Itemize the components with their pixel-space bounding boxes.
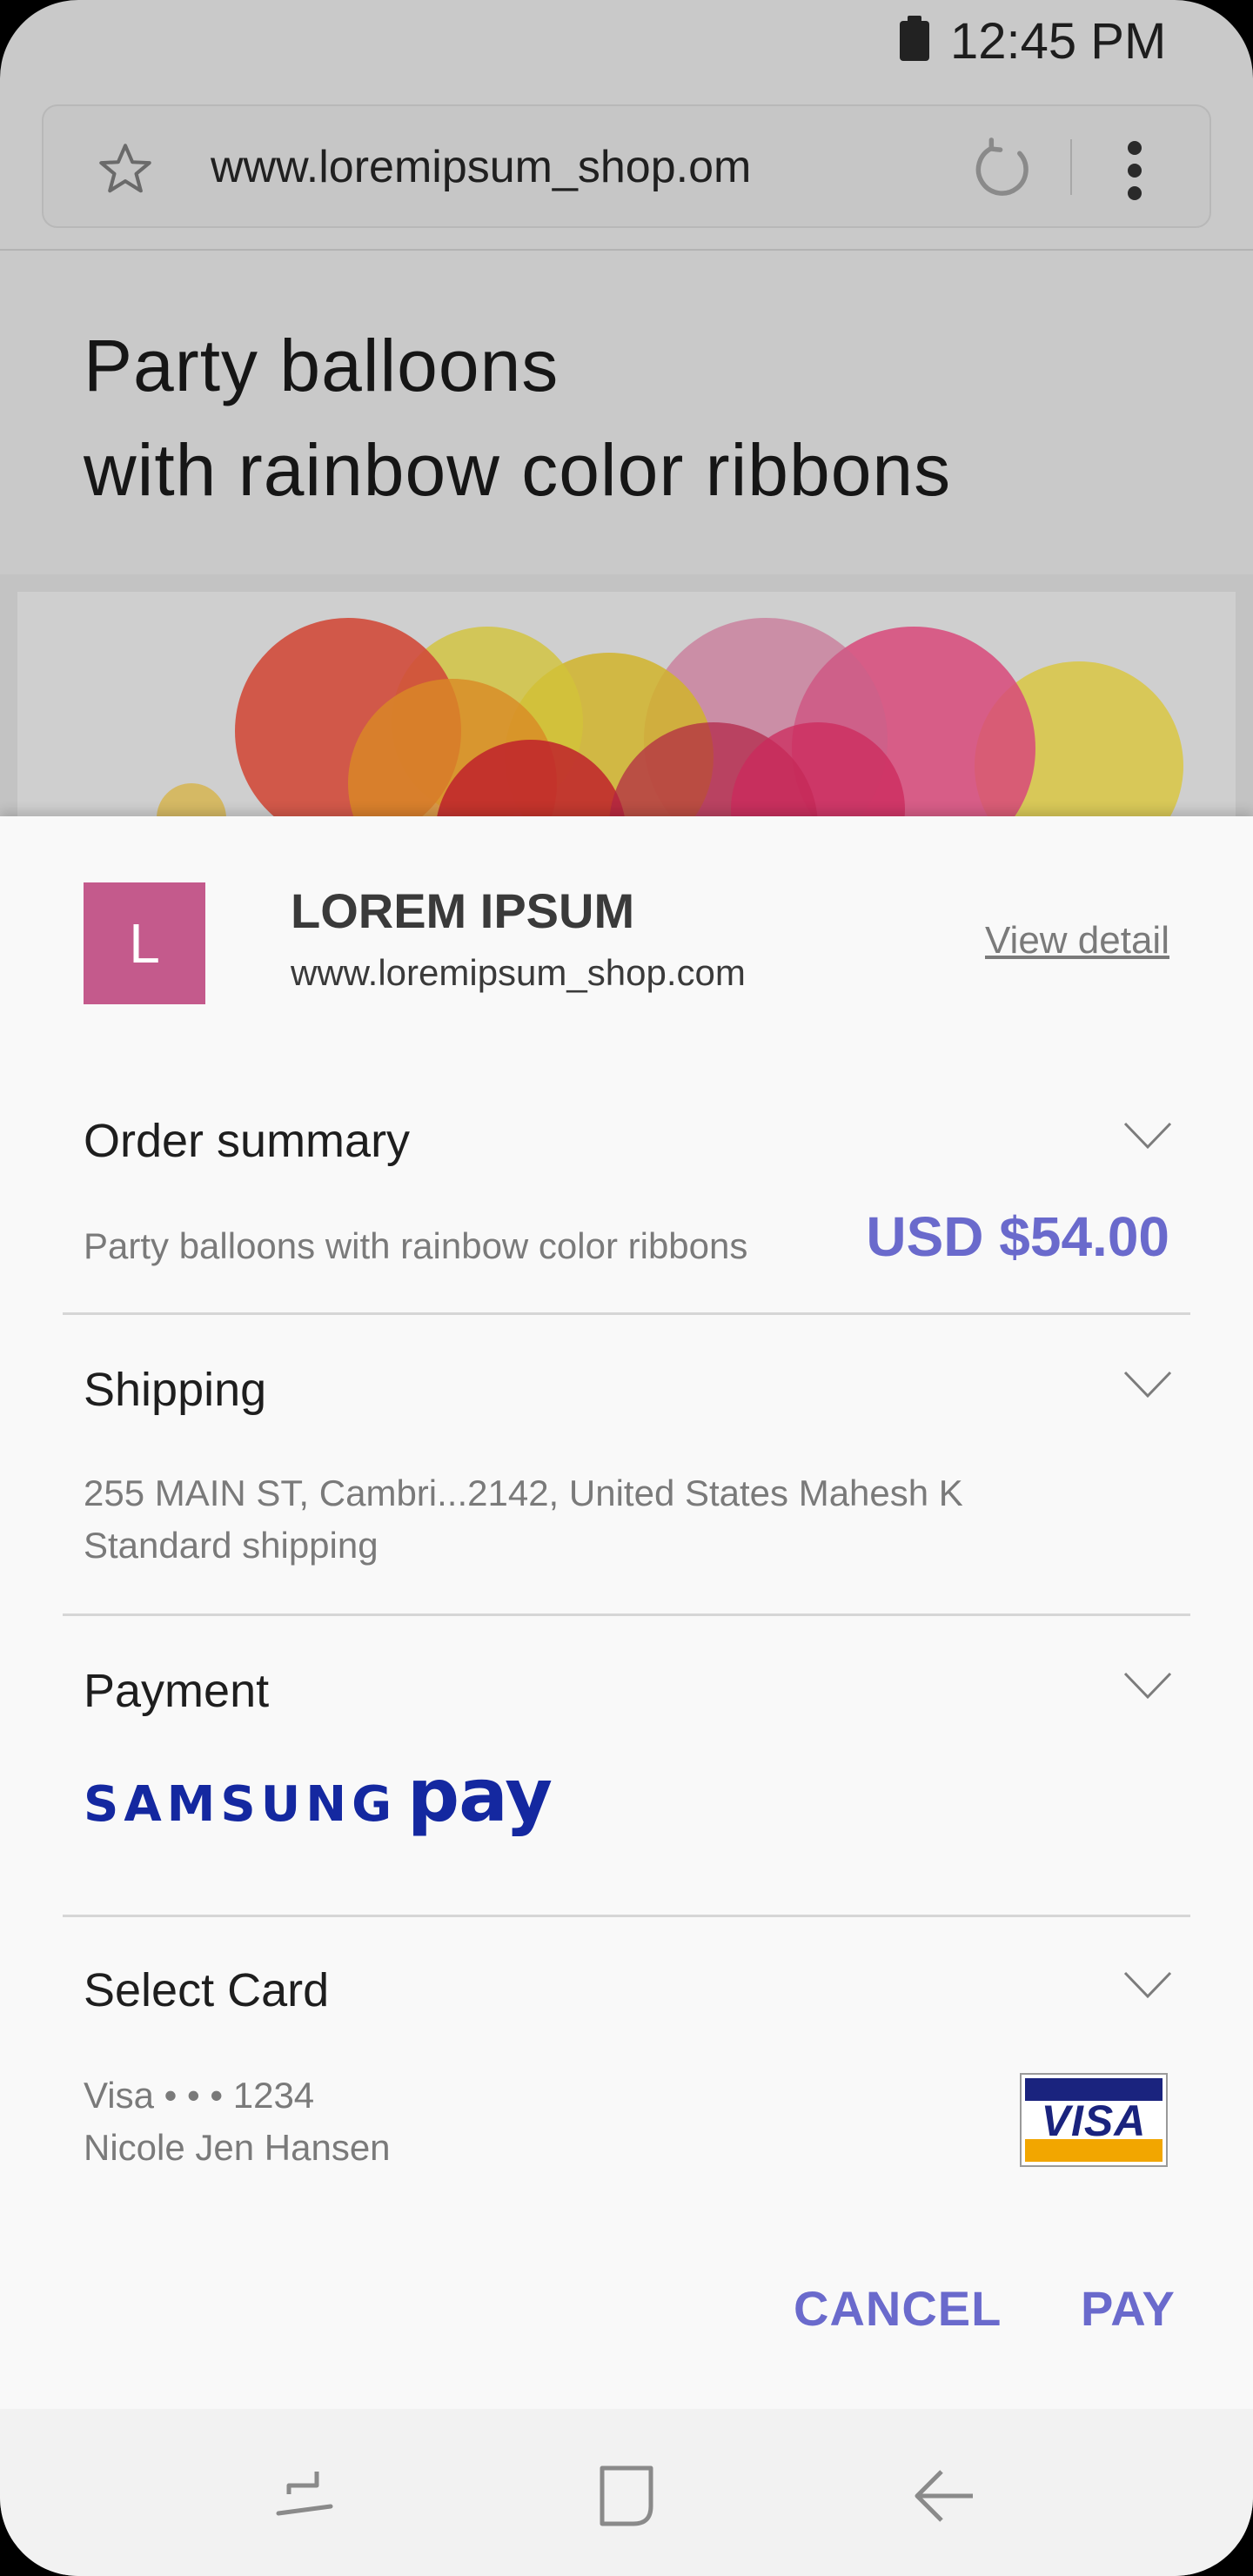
chevron-down-icon[interactable] <box>1122 1970 1173 2000</box>
payment-sheet: L LOREM IPSUM www.loremipsum_shop.com Vi… <box>0 816 1253 2409</box>
chevron-down-icon[interactable] <box>1122 1370 1173 1399</box>
navigation-bar <box>0 2409 1253 2576</box>
shipping-method: Standard shipping <box>84 1525 379 1566</box>
samsung-pay-logo-pay: pay <box>407 1753 553 1838</box>
shipping-address: 255 MAIN ST, Cambri...2142, United State… <box>84 1472 963 1513</box>
select-card-title: Select Card <box>84 1964 330 2016</box>
order-total: USD $54.00 <box>866 1205 1169 1268</box>
product-title-line1: Party balloons <box>84 325 559 406</box>
product-image <box>0 574 1253 818</box>
url-bar-divider <box>1070 139 1072 195</box>
order-summary-title: Order summary <box>84 1115 411 1167</box>
section-divider <box>63 1915 1190 1917</box>
phone-screen: 12:45 PM www.loremipsum_shop.om Party ba… <box>0 0 1253 2576</box>
more-vert-icon[interactable] <box>1119 138 1150 204</box>
shipping-title: Shipping <box>84 1364 267 1416</box>
merchant-url: www.loremipsum_shop.com <box>291 952 746 993</box>
merchant-name: LOREM IPSUM <box>291 883 635 938</box>
chevron-down-icon[interactable] <box>1122 1121 1173 1150</box>
address-bar[interactable]: www.loremipsum_shop.om <box>42 104 1211 228</box>
url-text[interactable]: www.loremipsum_shop.om <box>211 141 751 193</box>
pay-button[interactable]: PAY <box>1081 2280 1176 2337</box>
visa-card-icon: VISA <box>1020 2073 1168 2167</box>
product-title-line2: with rainbow color ribbons <box>84 429 952 511</box>
samsung-pay-logo: SAMSUNG pay <box>84 1753 553 1838</box>
visa-brand-label: VISA <box>1041 2096 1147 2145</box>
back-icon[interactable] <box>910 2461 980 2531</box>
toolbar-divider <box>0 249 1253 251</box>
chevron-down-icon[interactable] <box>1122 1671 1173 1701</box>
status-bar: 12:45 PM <box>0 0 1253 84</box>
view-detail-link[interactable]: View detail <box>985 919 1169 963</box>
section-divider <box>63 1613 1190 1616</box>
samsung-pay-logo-samsung: SAMSUNG <box>84 1776 398 1833</box>
payment-title: Payment <box>84 1665 270 1717</box>
recents-icon[interactable] <box>271 2461 341 2531</box>
section-divider <box>63 1312 1190 1315</box>
status-time: 12:45 PM <box>950 13 1167 70</box>
battery-icon <box>900 16 929 61</box>
order-item-text: Party balloons with rainbow color ribbon… <box>84 1225 748 1266</box>
star-icon[interactable] <box>94 139 157 200</box>
home-icon[interactable] <box>592 2461 661 2531</box>
card-holder: Nicole Jen Hansen <box>84 2127 391 2168</box>
reload-icon[interactable] <box>968 134 1039 205</box>
merchant-avatar: L <box>84 882 205 1004</box>
card-number: Visa • • • 1234 <box>84 2075 315 2116</box>
product-title: Party balloons with rainbow color ribbon… <box>84 313 951 522</box>
cancel-button[interactable]: CANCEL <box>794 2280 1002 2337</box>
